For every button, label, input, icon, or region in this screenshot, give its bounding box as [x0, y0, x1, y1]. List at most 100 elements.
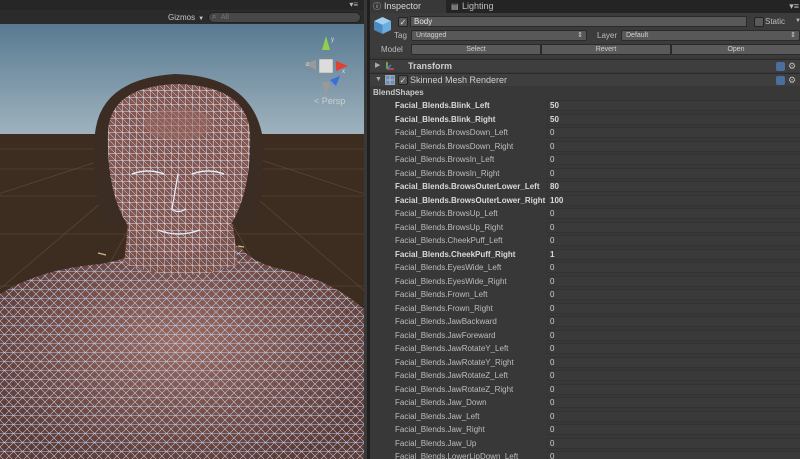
gizmos-dropdown[interactable]: Gizmos ▼: [168, 13, 204, 23]
component-enabled-checkbox[interactable]: ✓: [398, 75, 408, 85]
blendshape-value-field[interactable]: 0: [547, 356, 800, 368]
tag-value: Untagged: [416, 32, 447, 39]
model-open-button[interactable]: Open: [671, 44, 800, 55]
blendshape-row: Facial_Blends.JawForeward 0: [370, 329, 800, 343]
inspector-panel: ⓘ Inspector ▤ Lighting ▾≡ ✓ Body Static …: [367, 0, 800, 459]
blendshape-label: Facial_Blends.BrowsUp_Left: [395, 209, 498, 218]
blendshape-label: Facial_Blends.BrowsDown_Left: [395, 128, 508, 137]
tab-lighting[interactable]: ▤ Lighting: [448, 0, 518, 13]
blendshape-label: Facial_Blends.CheekPuff_Right: [395, 249, 516, 259]
layer-label: Layer: [597, 31, 618, 40]
blendshape-value-field[interactable]: 0: [547, 154, 800, 165]
blendshape-value-field[interactable]: 0: [547, 275, 800, 287]
scene-search-input[interactable]: ⌕ All: [208, 12, 361, 23]
help-book-icon[interactable]: [776, 62, 785, 71]
blendshape-value-field[interactable]: 0: [547, 208, 800, 219]
tab-inspector[interactable]: ⓘ Inspector: [370, 0, 446, 13]
tag-label: Tag: [394, 31, 407, 40]
scene-menu-icon[interactable]: ▾≡: [349, 0, 358, 10]
blendshape-value-field[interactable]: 0: [547, 262, 800, 273]
lighting-icon: ▤: [451, 2, 459, 11]
gear-icon[interactable]: ⚙: [788, 74, 796, 86]
transform-component-header[interactable]: ▶ Transform ⚙: [370, 59, 800, 72]
blendshape-value-field[interactable]: 0: [547, 221, 800, 233]
blendshape-list: Facial_Blends.Blink_Left 50 Facial_Blends.…: [370, 99, 800, 459]
blendshape-label: Facial_Blends.BrowsIn_Right: [395, 168, 500, 178]
info-icon: ⓘ: [373, 2, 381, 11]
foldout-closed-icon[interactable]: ▶: [375, 60, 380, 72]
blendshape-value-field[interactable]: 0: [547, 289, 800, 300]
blendshape-value-field[interactable]: 0: [547, 302, 800, 314]
gear-icon[interactable]: ⚙: [788, 60, 796, 72]
chevron-down-icon[interactable]: ▼: [795, 16, 800, 27]
blendshape-label: Facial_Blends.BrowsDown_Right: [395, 141, 514, 151]
active-checkbox[interactable]: ✓: [398, 17, 408, 27]
blendshape-label: Facial_Blends.JawRotateZ_Left: [395, 371, 508, 380]
blendshape-row: Facial_Blends.Jaw_Down 0: [370, 396, 800, 410]
scene-toolbar: ▾≡ Gizmos ▼ ⌕ All: [0, 0, 364, 24]
panel-menu-icon[interactable]: ▾≡: [789, 0, 799, 12]
blendshape-value-field[interactable]: 0: [547, 343, 800, 354]
blendshape-value-field[interactable]: 0: [547, 235, 800, 246]
scene-viewport[interactable]: z y x: [0, 24, 364, 459]
blendshape-value-field[interactable]: 0: [547, 424, 800, 435]
model-revert-button[interactable]: Revert: [541, 44, 671, 55]
blendshape-label: Facial_Blends.JawRotateZ_Right: [395, 384, 514, 394]
blendshape-value-field[interactable]: 0: [547, 167, 800, 179]
blendshape-row: Facial_Blends.LowerLipDown_Left 0: [370, 450, 800, 459]
object-name-field[interactable]: Body: [410, 16, 747, 27]
search-icon: ⌕: [212, 12, 217, 21]
blendshape-value-field[interactable]: 0: [547, 437, 800, 449]
blendshape-value-field[interactable]: 0: [547, 329, 800, 341]
gameobject-cube-icon: [374, 17, 391, 34]
dropdown-arrows-icon: ⇕: [577, 32, 583, 39]
blendshape-value-field[interactable]: 100: [547, 194, 800, 206]
blendshape-row: Facial_Blends.JawRotateY_Left 0: [370, 342, 800, 356]
blendshape-label: Facial_Blends.EyesWide_Left: [395, 263, 502, 272]
skinned-mesh-renderer-header[interactable]: ▼ ✓ Skinned Mesh Renderer ⚙: [370, 73, 800, 86]
blendshape-label: Facial_Blends.BrowsIn_Left: [395, 155, 495, 164]
svg-text:z: z: [306, 62, 309, 68]
blendshape-row: Facial_Blends.BrowsDown_Left 0: [370, 126, 800, 140]
blendshape-label: Facial_Blends.JawRotateY_Left: [395, 344, 509, 353]
blendshape-row: Facial_Blends.EyesWide_Right 0: [370, 275, 800, 289]
blendshape-row: Facial_Blends.JawRotateZ_Right 0: [370, 383, 800, 397]
layer-value: Default: [626, 32, 649, 39]
blendshape-row: Facial_Blends.JawRotateY_Right 0: [370, 356, 800, 370]
blendshape-row: Facial_Blends.CheekPuff_Right 1: [370, 248, 800, 262]
skinned-mesh-icon: [385, 75, 395, 85]
blendshape-value-field[interactable]: 0: [547, 383, 800, 395]
gizmos-label: Gizmos: [168, 13, 196, 22]
foldout-open-icon[interactable]: ▼: [375, 74, 382, 86]
blendshape-value-field[interactable]: 80: [547, 181, 800, 192]
blendshape-value-field[interactable]: 50: [547, 100, 800, 111]
tab-bar: ⓘ Inspector ▤ Lighting ▾≡: [370, 0, 800, 13]
blendshape-label: Facial_Blends.Jaw_Up: [395, 438, 477, 448]
blendshape-row: Facial_Blends.BrowsOuterLower_Right 100: [370, 194, 800, 208]
blendshape-value-field[interactable]: 1: [547, 248, 800, 260]
blendshape-value-field[interactable]: 0: [547, 140, 800, 152]
blendshape-value-field[interactable]: 0: [547, 370, 800, 381]
scene-view[interactable]: z y x ▾≡ Gizmos ▼ ⌕ All < Persp: [0, 0, 364, 459]
search-placeholder: All: [221, 14, 229, 21]
blendshape-value-field[interactable]: 0: [547, 410, 800, 422]
chevron-down-icon: ▼: [198, 16, 205, 22]
blendshapes-header[interactable]: BlendShapes: [373, 87, 424, 98]
blendshape-value-field[interactable]: 0: [547, 316, 800, 327]
layer-dropdown[interactable]: Default ⇕: [621, 30, 800, 41]
blendshape-value-field[interactable]: 0: [547, 451, 800, 459]
help-book-icon[interactable]: [776, 76, 785, 85]
tag-dropdown[interactable]: Untagged ⇕: [411, 30, 587, 41]
model-select-button[interactable]: Select: [411, 44, 541, 55]
blendshape-row: Facial_Blends.Blink_Right 50: [370, 113, 800, 127]
blendshape-value-field[interactable]: 0: [547, 397, 800, 408]
blendshape-label: Facial_Blends.JawForeward: [395, 330, 496, 340]
blendshape-row: Facial_Blends.Frown_Right 0: [370, 302, 800, 316]
skinned-mesh-title: Skinned Mesh Renderer: [410, 75, 508, 85]
perspective-label[interactable]: < Persp: [314, 96, 345, 106]
blendshape-label: Facial_Blends.Jaw_Right: [395, 425, 485, 434]
blendshape-value-field[interactable]: 50: [547, 113, 800, 125]
transform-title: Transform: [408, 61, 453, 71]
blendshape-value-field[interactable]: 0: [547, 127, 800, 138]
static-checkbox[interactable]: [754, 17, 764, 27]
